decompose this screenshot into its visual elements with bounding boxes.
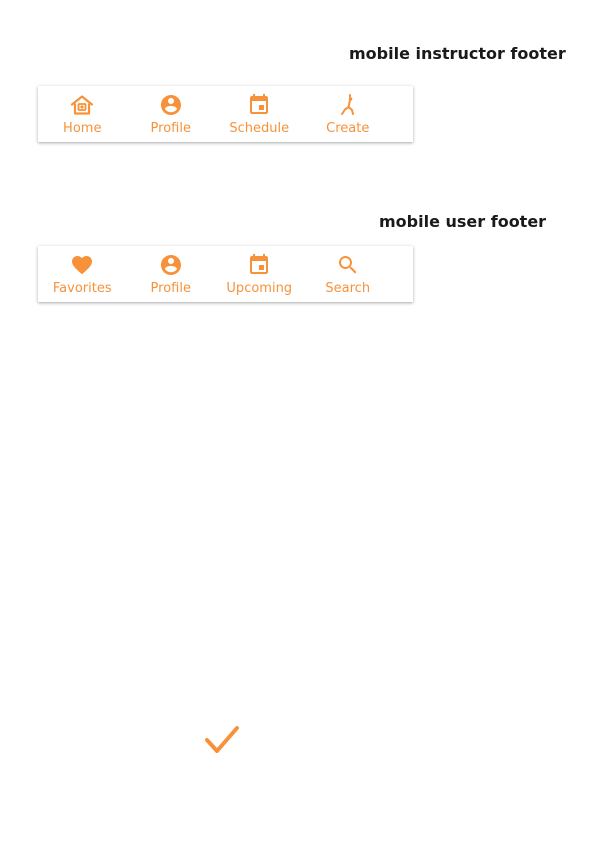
- instructor-footer-nav: Home Profile Schedule Create: [38, 86, 413, 142]
- calendar-icon: [247, 253, 271, 277]
- nav-label-schedule: Schedule: [229, 121, 290, 136]
- yoga-pose-icon: [336, 93, 360, 117]
- nav-label-home: Home: [63, 121, 102, 136]
- nav-item-home[interactable]: Home: [38, 86, 127, 142]
- calendar-icon: [247, 93, 271, 117]
- nav-item-profile[interactable]: Profile: [127, 246, 216, 302]
- nav-item-search[interactable]: Search: [304, 246, 393, 302]
- account-circle-icon: [159, 253, 183, 277]
- nav-item-schedule[interactable]: Schedule: [215, 86, 304, 142]
- nav-item-favorites[interactable]: Favorites: [38, 246, 127, 302]
- user-footer-nav: Favorites Profile Upcoming Search: [38, 246, 413, 302]
- nav-label-search: Search: [325, 281, 371, 296]
- checkmark-icon: [204, 724, 240, 756]
- home-icon: [70, 93, 94, 117]
- search-icon: [336, 253, 360, 277]
- nav-label-create: Create: [326, 121, 370, 136]
- nav-item-profile[interactable]: Profile: [127, 86, 216, 142]
- nav-label-upcoming: Upcoming: [226, 281, 293, 296]
- nav-label-profile: Profile: [150, 121, 191, 136]
- nav-label-favorites: Favorites: [52, 281, 112, 296]
- nav-item-upcoming[interactable]: Upcoming: [215, 246, 304, 302]
- account-circle-icon: [159, 93, 183, 117]
- heart-icon: [70, 253, 94, 277]
- user-footer-title: mobile user footer: [379, 212, 547, 231]
- instructor-footer-title: mobile instructor footer: [349, 44, 566, 63]
- nav-label-profile: Profile: [150, 281, 191, 296]
- nav-item-create[interactable]: Create: [304, 86, 393, 142]
